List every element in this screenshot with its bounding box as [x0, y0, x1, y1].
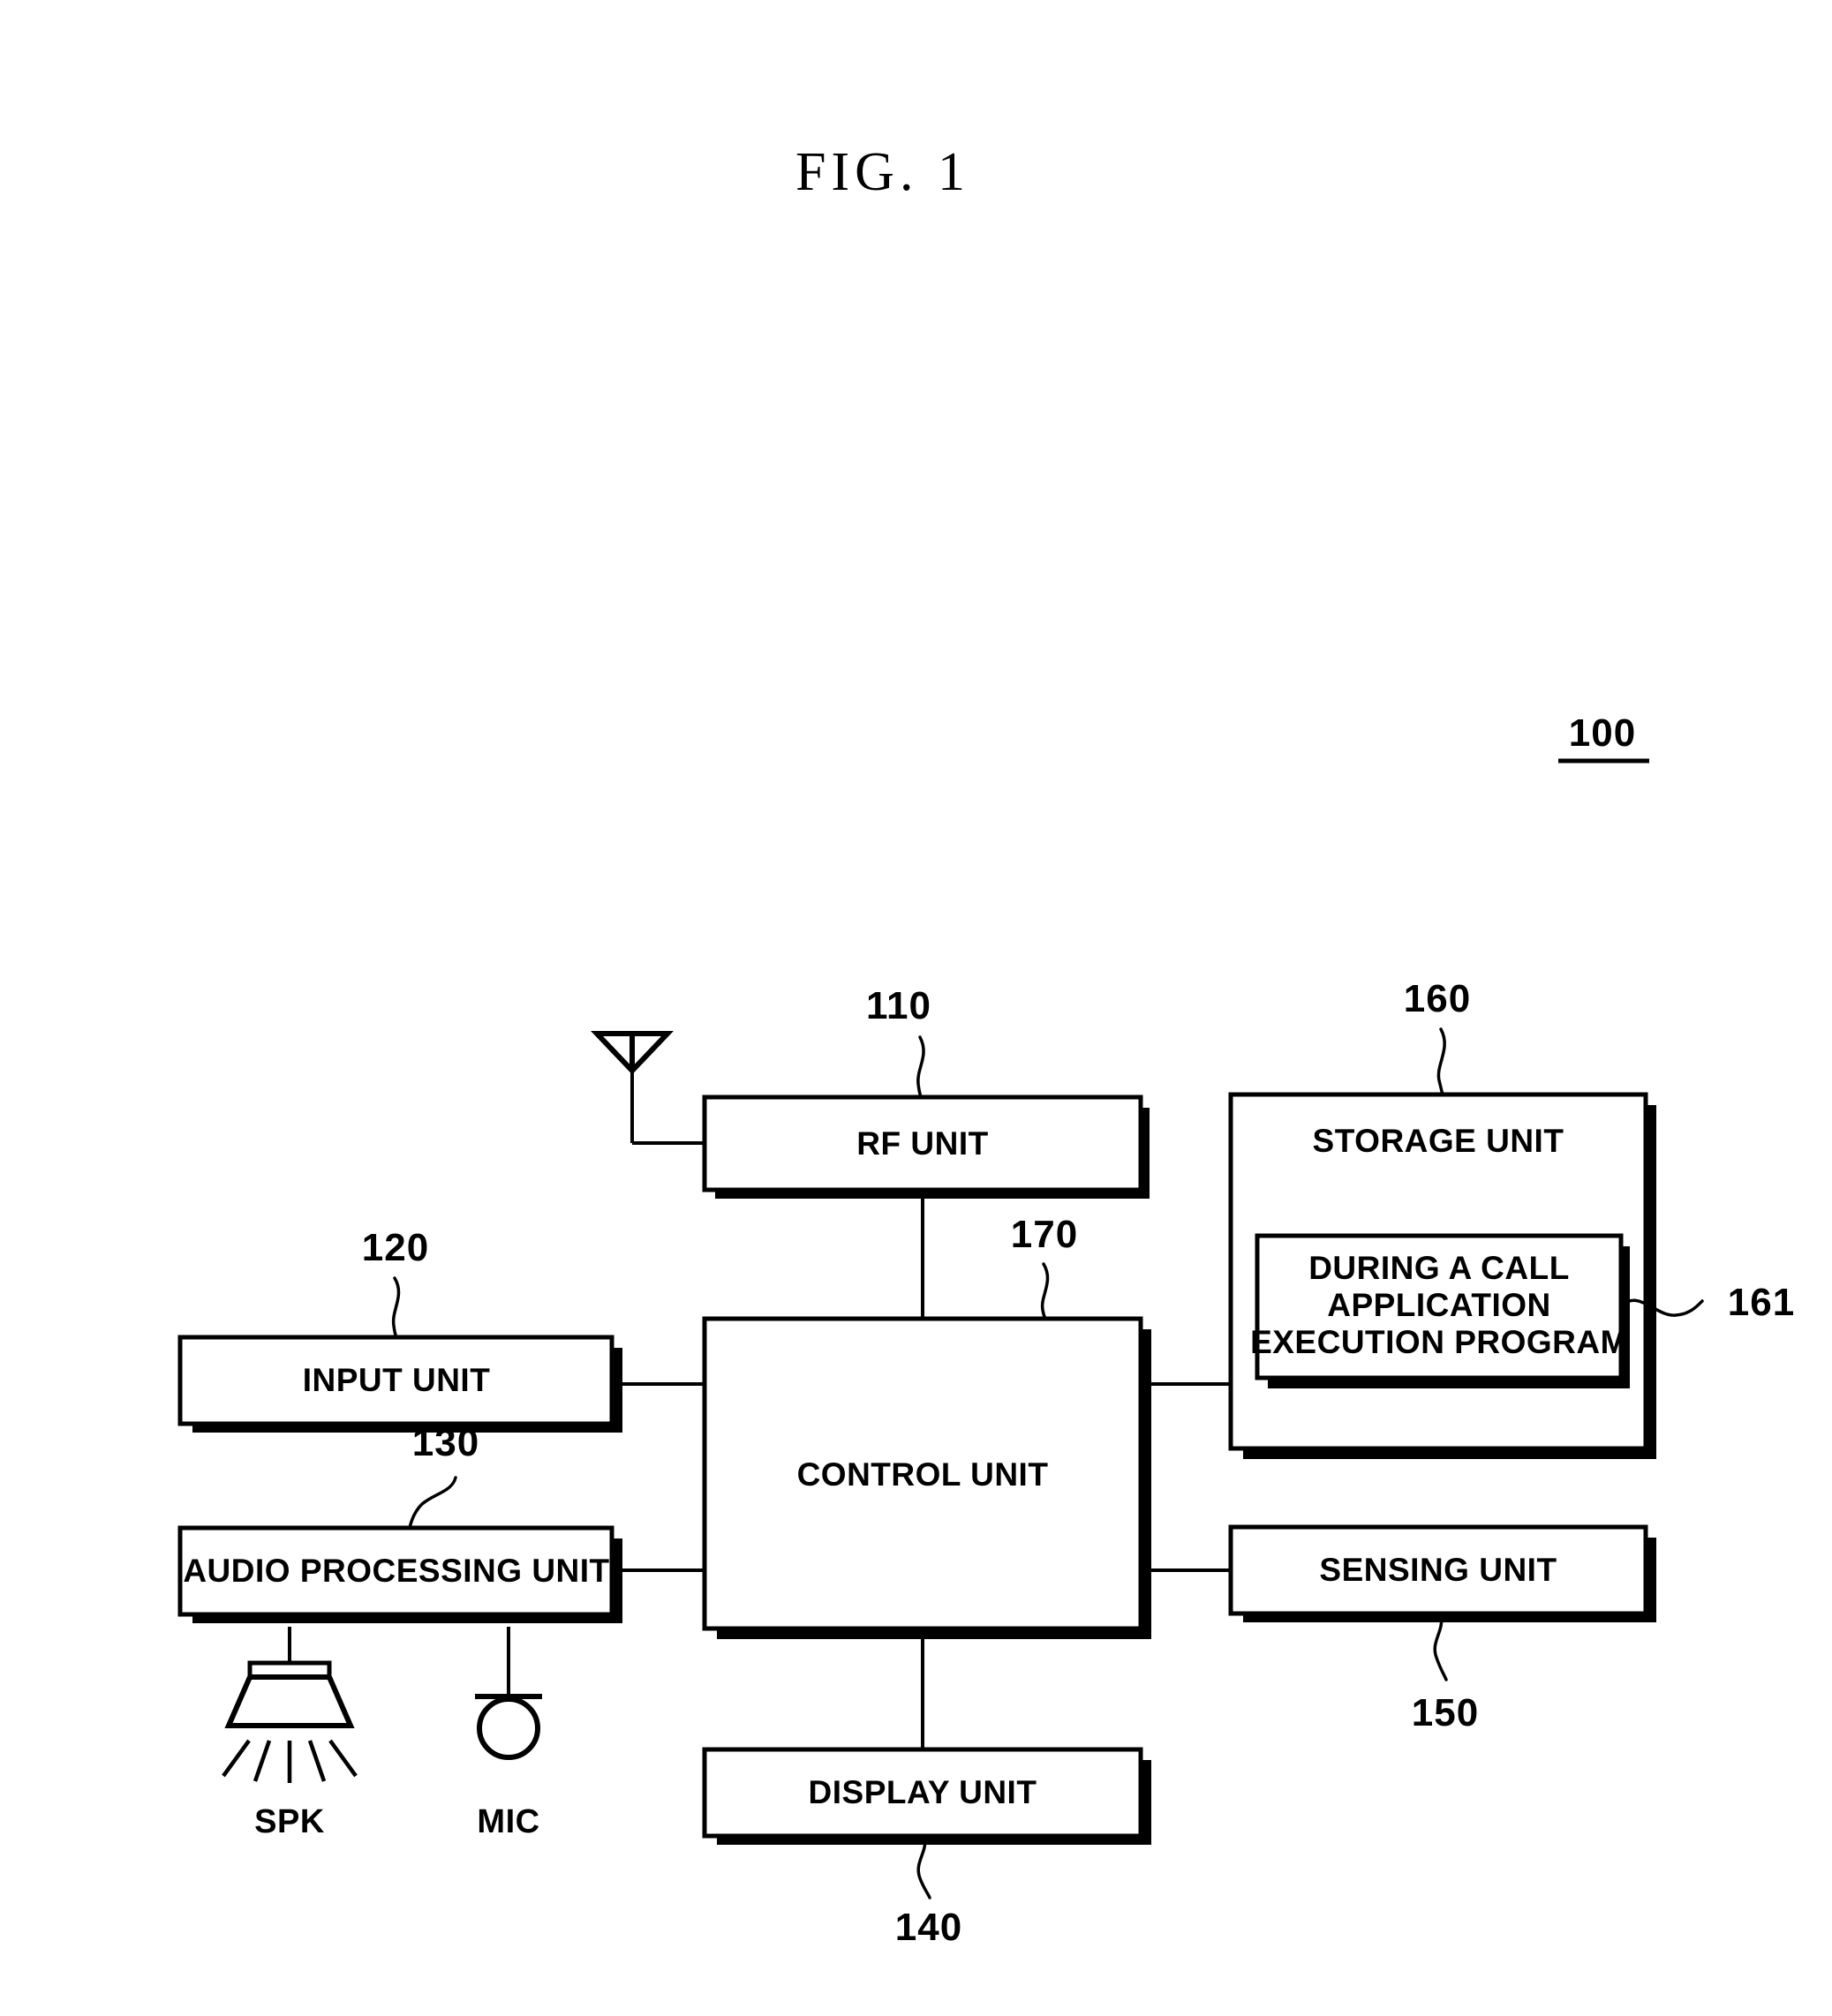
execution-program-line-1: DURING A CALL [1308, 1250, 1570, 1286]
display-unit-label: DISPLAY UNIT [809, 1774, 1037, 1810]
audio-processing-unit-block[interactable]: AUDIO PROCESSING UNIT [177, 1525, 622, 1623]
input-unit-leader-line [391, 1276, 401, 1339]
storage-unit-ref-number: 160 [1404, 977, 1471, 1020]
audio-processing-unit-ref-number: 130 [412, 1421, 479, 1464]
microphone-label: MIC [477, 1803, 539, 1840]
antenna-feed-line [630, 1071, 706, 1145]
input-unit-block[interactable]: INPUT UNIT [177, 1335, 622, 1433]
sensing-unit-label: SENSING UNIT [1319, 1552, 1557, 1588]
control-unit-label: CONTROL UNIT [797, 1456, 1049, 1493]
audio-processing-unit-label: AUDIO PROCESSING UNIT [183, 1553, 609, 1589]
control-unit-block[interactable]: CONTROL UNIT [702, 1316, 1151, 1639]
patent-figure: FIG. 1 100 RF UNIT 110 CONTROL UNIT 170 … [0, 0, 1832, 2016]
rf-unit-label: RF UNIT [856, 1125, 988, 1162]
input-unit-ref-number: 120 [362, 1226, 429, 1269]
rf-unit-ref-number: 110 [866, 984, 931, 1027]
rf-unit-leader-line [916, 1035, 925, 1099]
display-unit-leader-line [916, 1836, 931, 1899]
input-unit-label: INPUT UNIT [303, 1362, 491, 1398]
sensing-unit-leader-line [1433, 1614, 1448, 1681]
speaker-label: SPK [254, 1803, 325, 1840]
rf-unit-block[interactable]: RF UNIT [702, 1095, 1150, 1199]
storage-unit-block[interactable]: STORAGE UNIT DURING A CALL APPLICATION E… [1228, 1092, 1656, 1459]
figure-canvas: FIG. 1 100 RF UNIT 110 CONTROL UNIT 170 … [177, 142, 1795, 1949]
microphone-icon [475, 1694, 542, 1760]
antenna-icon [591, 1031, 674, 1075]
device-ref-number: 100 [1569, 711, 1636, 755]
display-unit-ref-number: 140 [895, 1906, 962, 1949]
display-unit-block[interactable]: DISPLAY UNIT [702, 1747, 1151, 1845]
control-unit-ref-number: 170 [1011, 1213, 1078, 1256]
speaker-icon [222, 1660, 358, 1783]
figure-title: FIG. 1 [795, 142, 970, 202]
execution-program-line-3: EXECUTION PROGRAM [1250, 1324, 1628, 1360]
execution-program-line-2: APPLICATION [1327, 1287, 1551, 1323]
control-unit-leader-line [1040, 1262, 1050, 1320]
execution-program-ref-number: 161 [1728, 1281, 1795, 1324]
sensing-unit-block[interactable]: SENSING UNIT [1228, 1524, 1656, 1622]
storage-unit-leader-line [1436, 1027, 1446, 1096]
audio-processing-unit-leader-line [408, 1476, 457, 1530]
execution-program-block[interactable]: DURING A CALL APPLICATION EXECUTION PROG… [1250, 1233, 1630, 1388]
storage-unit-label: STORAGE UNIT [1313, 1123, 1564, 1159]
sensing-unit-ref-number: 150 [1412, 1691, 1479, 1734]
